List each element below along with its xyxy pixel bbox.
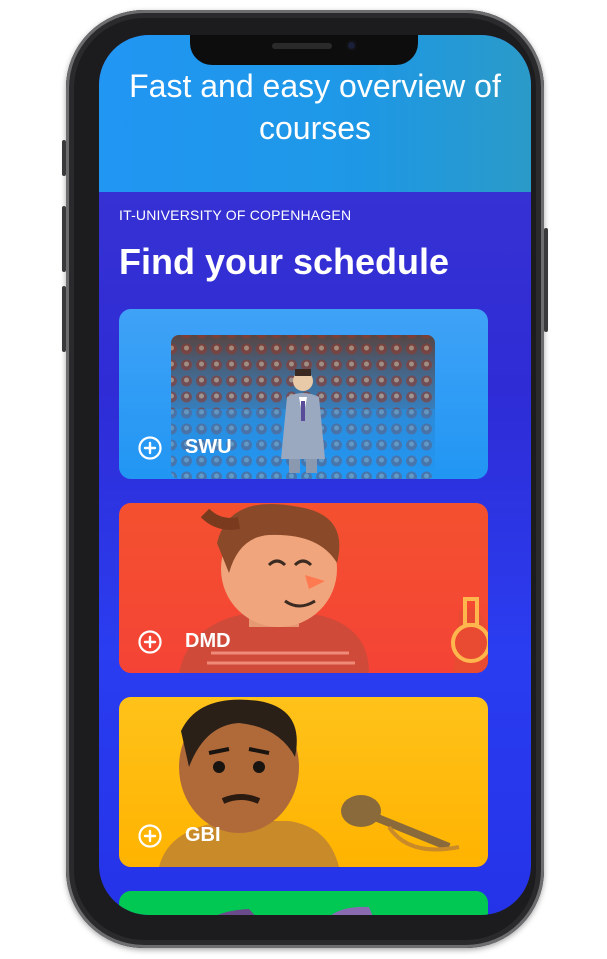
mute-switch — [62, 140, 66, 176]
volume-up-button — [62, 206, 66, 272]
plus-circle-icon[interactable] — [138, 824, 162, 848]
partial-card-illustration — [217, 906, 373, 915]
university-name: IT-UNIVERSITY OF COPENHAGEN — [119, 207, 352, 223]
lecture-hall-illustration — [171, 335, 435, 479]
smiling-person-illustration — [179, 503, 488, 673]
course-card-partial[interactable] — [119, 891, 488, 915]
course-label: GBI — [185, 824, 221, 846]
volume-down-button — [62, 286, 66, 352]
speaker-grille — [272, 43, 332, 49]
speaker-microphone-illustration — [159, 699, 460, 867]
power-button — [544, 228, 548, 332]
phone-notch — [190, 35, 418, 65]
front-camera-icon — [346, 40, 357, 51]
course-label: SWU — [185, 436, 232, 458]
app-screen: Fast and easy overview of courses IT-UNI… — [99, 35, 531, 915]
page-title: Find your schedule — [119, 241, 450, 282]
header-title: Fast and easy overview of courses — [129, 68, 501, 146]
course-card-dmd[interactable]: DMD — [119, 503, 488, 673]
course-label: DMD — [185, 630, 231, 652]
course-card-swu[interactable]: SWU — [119, 309, 488, 479]
plus-circle-icon[interactable] — [138, 436, 162, 460]
plus-circle-icon[interactable] — [138, 630, 162, 654]
course-card-gbi[interactable]: GBI — [119, 697, 488, 867]
